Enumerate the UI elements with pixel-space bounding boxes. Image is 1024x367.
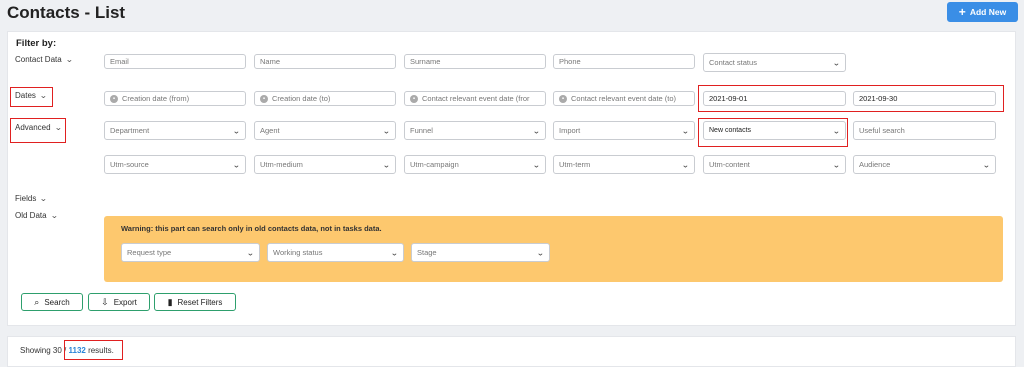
chevron-down-icon: ⌄ <box>832 160 841 169</box>
add-new-button[interactable]: + Add New <box>947 2 1018 22</box>
export-button[interactable]: ⇩ Export <box>88 293 150 311</box>
highlight-dates <box>10 87 53 107</box>
event-date-from-field[interactable]: ▪ Contact relevant event date (fror <box>404 91 546 106</box>
chevron-down-icon: ⌄ <box>532 160 541 169</box>
add-new-label: Add New <box>969 7 1007 17</box>
email-field[interactable]: Email <box>104 54 246 69</box>
department-select[interactable]: Department ⌄ <box>104 121 246 140</box>
section-label: Contact Data <box>15 55 62 64</box>
useful-search-field[interactable]: Useful search <box>853 121 996 140</box>
request-type-select[interactable]: Request type ⌄ <box>121 243 260 262</box>
chevron-down-icon: ⌄ <box>382 126 391 135</box>
export-icon: ⇩ <box>101 296 109 307</box>
utm-source-select[interactable]: Utm-source ⌄ <box>104 155 246 174</box>
creation-date-from-field[interactable]: ▪ Creation date (from) <box>104 91 246 106</box>
plus-icon: + <box>958 5 966 19</box>
chevron-down-icon: ⌄ <box>832 58 841 67</box>
surname-field[interactable]: Surname <box>404 54 546 69</box>
import-select[interactable]: Import ⌄ <box>553 121 695 140</box>
funnel-select[interactable]: Funnel ⌄ <box>404 121 546 140</box>
phone-field[interactable]: Phone <box>553 54 695 69</box>
chevron-down-icon: ⌄ <box>532 126 541 135</box>
page-title: Contacts - List <box>7 3 126 22</box>
utm-campaign-select[interactable]: Utm-campaign ⌄ <box>404 155 546 174</box>
agent-select[interactable]: Agent ⌄ <box>254 121 396 140</box>
event-date-to-field[interactable]: ▪ Contact relevant event date (to) <box>553 91 695 106</box>
section-label: Fields <box>15 194 37 203</box>
section-fields[interactable]: Fields ⌄ <box>15 194 48 203</box>
calendar-icon: ▪ <box>110 94 118 103</box>
filter-by-heading: Filter by: <box>16 38 57 49</box>
chevron-down-icon: ⌄ <box>982 160 991 169</box>
calendar-icon: ▪ <box>260 94 268 103</box>
contact-status-select[interactable]: Contact status ⌄ <box>703 53 846 72</box>
calendar-icon: ▪ <box>559 94 567 103</box>
chevron-down-icon: ⌄ <box>681 160 690 169</box>
utm-term-select[interactable]: Utm-term ⌄ <box>553 155 695 174</box>
working-status-select[interactable]: Working status ⌄ <box>267 243 404 262</box>
chevron-down-icon: ⌄ <box>232 160 241 169</box>
section-label: Old Data <box>15 211 47 220</box>
audience-select[interactable]: Audience ⌄ <box>853 155 996 174</box>
old-data-warning-text: Warning: this part can search only in ol… <box>121 224 382 233</box>
search-icon: ⌕ <box>34 296 40 307</box>
creation-date-to-field[interactable]: ▪ Creation date (to) <box>254 91 396 106</box>
highlight-advanced <box>10 118 66 143</box>
highlight-date-range <box>698 85 1004 112</box>
chevron-down-icon: ⌄ <box>536 248 545 257</box>
chevron-down-icon: ⌄ <box>390 248 399 257</box>
chevron-down-icon: ⌄ <box>681 126 690 135</box>
section-old-data[interactable]: Old Data ⌄ <box>15 211 58 220</box>
highlight-new-contacts <box>698 118 848 147</box>
utm-content-select[interactable]: Utm-content ⌄ <box>703 155 846 174</box>
chevron-down-icon: ⌄ <box>49 211 58 220</box>
reset-filters-button[interactable]: ▮ Reset Filters <box>154 293 236 311</box>
results-panel <box>7 336 1016 367</box>
trash-icon: ▮ <box>167 296 173 307</box>
name-field[interactable]: Name <box>254 54 396 69</box>
chevron-down-icon: ⌄ <box>246 248 255 257</box>
chevron-down-icon: ⌄ <box>65 55 74 64</box>
utm-medium-select[interactable]: Utm-medium ⌄ <box>254 155 396 174</box>
section-contact-data[interactable]: Contact Data ⌄ <box>15 55 74 64</box>
highlight-results-count <box>64 340 123 360</box>
chevron-down-icon: ⌄ <box>232 126 241 135</box>
chevron-down-icon: ⌄ <box>382 160 391 169</box>
stage-select[interactable]: Stage ⌄ <box>411 243 550 262</box>
search-button[interactable]: ⌕ Search <box>21 293 83 311</box>
calendar-icon: ▪ <box>410 94 418 103</box>
chevron-down-icon: ⌄ <box>39 194 48 203</box>
